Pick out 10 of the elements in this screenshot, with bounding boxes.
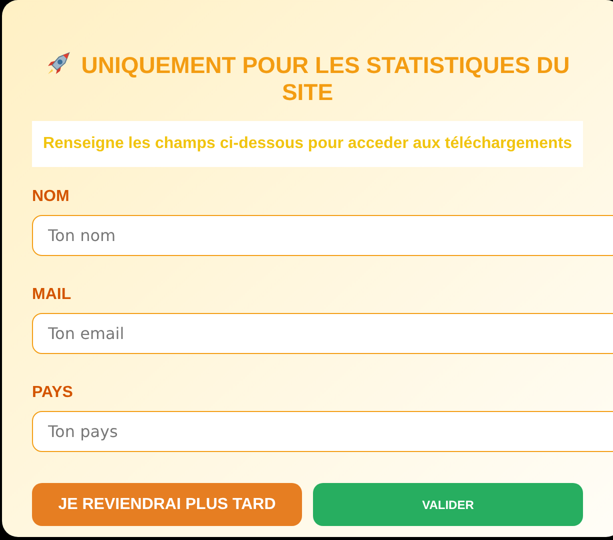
input-field[interactable]: Ton email <box>32 313 613 354</box>
form-subtitle: Renseigne les champs ci-dessous pour acceder aux téléchargements <box>32 121 583 167</box>
field-label: PAYS <box>32 383 74 402</box>
input-field[interactable]: Ton pays <box>32 411 613 452</box>
later-button[interactable]: JE REVIENDRAI PLUS TARD <box>32 483 302 526</box>
field-label: NOM <box>32 187 70 206</box>
input-field[interactable]: Ton nom <box>32 215 613 256</box>
submit-button[interactable]: VALIDER <box>313 483 583 526</box>
field-label: MAIL <box>32 285 72 304</box>
form-title: UNIQUEMENT POUR LES STATISTIQUES DU SITE <box>32 49 583 106</box>
